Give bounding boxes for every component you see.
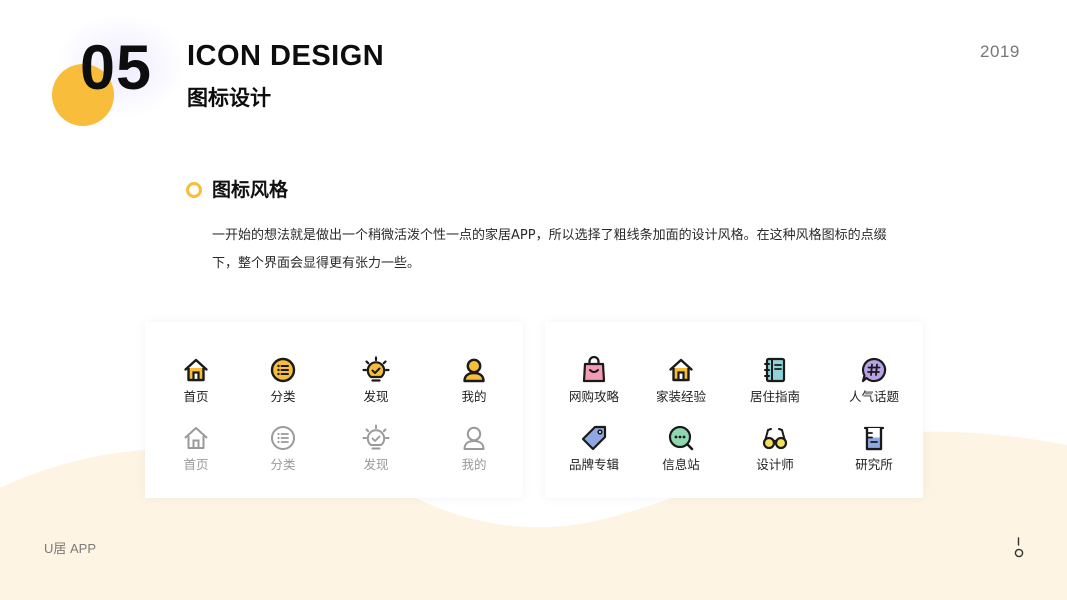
nav-item-discover-active: 发现 — [331, 356, 421, 412]
nav-item-category-active: 分类 — [238, 356, 328, 412]
notebook-icon — [764, 357, 786, 383]
nav-item-category-inactive: 分类 — [238, 424, 328, 480]
nav-item-home-inactive: 首页 — [151, 424, 241, 480]
feature-label: 居住指南 — [749, 389, 800, 404]
nav-item-discover-inactive: 发现 — [331, 424, 421, 480]
feature-label: 信息站 — [662, 457, 700, 472]
user-icon — [463, 358, 485, 383]
nav-label: 我的 — [461, 389, 487, 404]
home-icon — [184, 427, 208, 449]
shopping-bag-icon — [582, 356, 606, 383]
footer-brand: U居 APP — [44, 541, 97, 556]
nav-label: 发现 — [363, 389, 389, 404]
tag-icon — [581, 425, 607, 451]
nav-label: 首页 — [183, 457, 209, 472]
home-icon — [184, 358, 208, 382]
feature-item-designer: 设计师 — [730, 424, 820, 480]
feature-item-info-station: 信息站 — [636, 424, 726, 480]
user-icon — [463, 426, 485, 450]
pin-icon — [1014, 537, 1024, 558]
page-title-cn: 图标设计 — [187, 86, 271, 110]
feature-label: 网购攻略 — [568, 389, 619, 404]
feature-label: 设计师 — [756, 457, 794, 472]
feature-item-living-guide: 居住指南 — [730, 356, 820, 412]
nav-label: 分类 — [270, 389, 296, 404]
feature-label: 研究所 — [855, 457, 893, 472]
slide-header: 05 ICON DESIGN 图标设计 2019 — [0, 0, 1067, 140]
feature-item-research-institute: 研究所 — [829, 424, 919, 480]
lightbulb-icon — [362, 424, 390, 450]
lightbulb-icon — [362, 356, 390, 382]
list-icon — [271, 426, 295, 450]
hashtag-bubble-icon — [861, 357, 887, 383]
chat-search-icon — [668, 425, 694, 451]
nav-icons-card: 首页 分类 发现 我的 首页 分类 发现 我的 — [145, 322, 523, 498]
feature-label: 人气话题 — [848, 389, 899, 404]
beaker-icon — [863, 426, 885, 451]
feature-item-decoration-experience: 家装经验 — [636, 356, 726, 412]
nav-item-home-active: 首页 — [151, 356, 241, 412]
feature-icons-card: 网购攻略 家装经验 居住指南 人气话题 品牌专辑 信息站 设计师 研究所 — [545, 322, 923, 498]
glasses-icon — [762, 428, 788, 450]
feature-label: 家装经验 — [655, 389, 706, 404]
nav-label: 分类 — [270, 457, 296, 472]
nav-label: 首页 — [183, 389, 209, 404]
feature-label: 品牌专辑 — [568, 457, 619, 472]
nav-item-profile-active: 我的 — [429, 356, 519, 412]
feature-item-brand-album: 品牌专辑 — [549, 424, 639, 480]
nav-label: 发现 — [363, 457, 389, 472]
feature-item-shopping-guide: 网购攻略 — [549, 356, 639, 412]
feature-item-hot-topics: 人气话题 — [829, 356, 919, 412]
house-icon — [669, 358, 693, 382]
nav-item-profile-inactive: 我的 — [429, 424, 519, 480]
year-label: 2019 — [980, 42, 1020, 61]
section-number: 05 — [80, 33, 153, 103]
page-title-en: ICON DESIGN — [187, 40, 385, 72]
section-description: 一开始的想法就是做出一个稍微活泼个性一点的家居APP，所以选择了粗线条加面的设计… — [212, 228, 887, 271]
nav-label: 我的 — [461, 457, 487, 472]
section-title: 图标风格 — [212, 179, 289, 201]
bullet-ring-icon — [186, 182, 202, 198]
list-icon — [270, 357, 296, 383]
